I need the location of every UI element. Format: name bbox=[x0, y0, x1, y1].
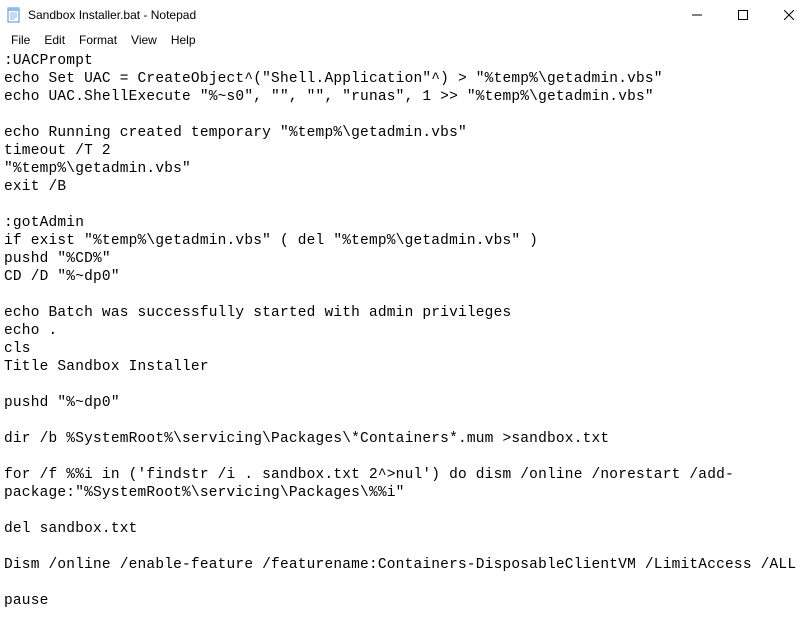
minimize-button[interactable] bbox=[674, 0, 720, 30]
menu-view[interactable]: View bbox=[124, 32, 164, 48]
menubar: File Edit Format View Help bbox=[0, 30, 812, 50]
close-icon bbox=[784, 10, 794, 20]
notepad-icon bbox=[6, 7, 22, 23]
menu-edit[interactable]: Edit bbox=[37, 32, 72, 48]
text-editor-area[interactable]: :UACPrompt echo Set UAC = CreateObject^(… bbox=[0, 50, 812, 617]
window-titlebar: Sandbox Installer.bat - Notepad bbox=[0, 0, 812, 30]
menu-help[interactable]: Help bbox=[164, 32, 203, 48]
window-controls bbox=[674, 0, 812, 30]
window-title: Sandbox Installer.bat - Notepad bbox=[28, 8, 674, 22]
minimize-icon bbox=[692, 10, 702, 20]
maximize-button[interactable] bbox=[720, 0, 766, 30]
menu-file[interactable]: File bbox=[4, 32, 37, 48]
maximize-icon bbox=[738, 10, 748, 20]
menu-format[interactable]: Format bbox=[72, 32, 124, 48]
close-button[interactable] bbox=[766, 0, 812, 30]
